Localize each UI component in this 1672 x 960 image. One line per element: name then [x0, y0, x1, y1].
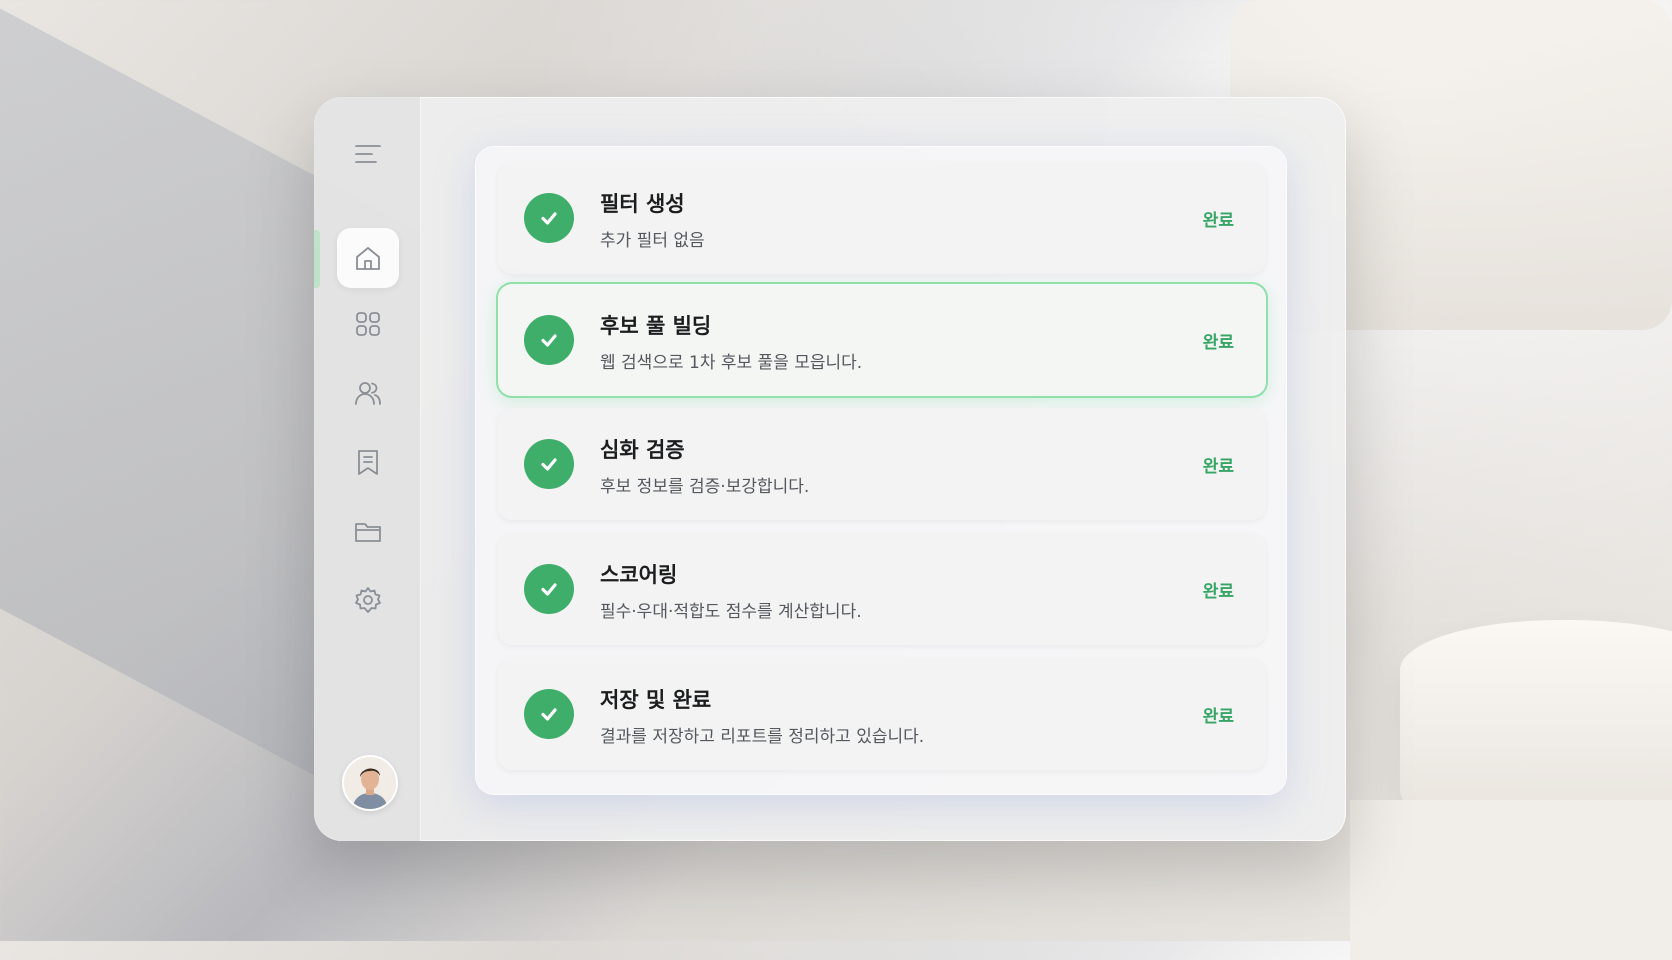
status-badge: 완료	[1202, 211, 1234, 231]
check-icon	[524, 193, 574, 243]
step-title: 필터 생성	[600, 192, 685, 216]
sidebar	[314, 97, 421, 841]
step-title: 스코어링	[600, 563, 678, 587]
status-badge: 완료	[1202, 333, 1234, 353]
check-icon	[524, 439, 574, 489]
status-badge: 완료	[1202, 457, 1234, 477]
status-badge: 완료	[1202, 707, 1234, 727]
sidebar-item-settings[interactable]	[337, 570, 399, 630]
user-avatar-icon	[344, 757, 396, 809]
folder-icon	[355, 523, 381, 542]
active-indicator	[314, 230, 320, 288]
bookmark-icon	[358, 450, 378, 475]
step-description: 추가 필터 없음	[600, 231, 705, 251]
sidebar-item-dashboard[interactable]	[337, 294, 399, 354]
check-icon	[524, 689, 574, 739]
menu-button[interactable]	[337, 124, 399, 184]
grid-icon	[356, 312, 380, 336]
home-icon	[356, 247, 380, 270]
sidebar-item-home[interactable]	[337, 228, 399, 288]
sidebar-item-bookmarks[interactable]	[337, 432, 399, 492]
step-title: 후보 풀 빌딩	[600, 314, 712, 338]
check-icon	[524, 564, 574, 614]
sidebar-item-files[interactable]	[337, 501, 399, 561]
step-description: 후보 정보를 검증·보강합니다.	[600, 477, 810, 497]
step-candidate-pool[interactable]: 후보 풀 빌딩 웹 검색으로 1차 후보 풀을 모읍니다. 완료	[498, 284, 1266, 396]
step-save-complete[interactable]: 저장 및 완료 결과를 저장하고 리포트를 정리하고 있습니다. 완료	[498, 658, 1266, 770]
step-description: 웹 검색으로 1차 후보 풀을 모읍니다.	[600, 353, 863, 373]
users-icon	[355, 382, 381, 405]
step-title: 저장 및 완료	[600, 688, 712, 712]
step-description: 필수·우대·적합도 점수를 계산합니다.	[600, 602, 862, 622]
progress-panel: 필터 생성 추가 필터 없음 완료 후보 풀 빌딩 웹 검색으로 1차 후보 풀…	[476, 147, 1286, 794]
step-title: 심화 검증	[600, 438, 685, 462]
status-badge: 완료	[1202, 582, 1234, 602]
background-block	[1350, 800, 1672, 960]
step-deep-verification[interactable]: 심화 검증 후보 정보를 검증·보강합니다. 완료	[498, 408, 1266, 520]
menu-icon	[355, 145, 381, 163]
check-icon	[524, 315, 574, 365]
step-filter-creation[interactable]: 필터 생성 추가 필터 없음 완료	[498, 162, 1266, 274]
app-window: 필터 생성 추가 필터 없음 완료 후보 풀 빌딩 웹 검색으로 1차 후보 풀…	[314, 97, 1346, 841]
gear-icon	[355, 587, 381, 613]
step-description: 결과를 저장하고 리포트를 정리하고 있습니다.	[600, 727, 925, 747]
step-scoring[interactable]: 스코어링 필수·우대·적합도 점수를 계산합니다. 완료	[498, 533, 1266, 645]
sidebar-item-users[interactable]	[337, 363, 399, 423]
avatar[interactable]	[342, 755, 398, 811]
